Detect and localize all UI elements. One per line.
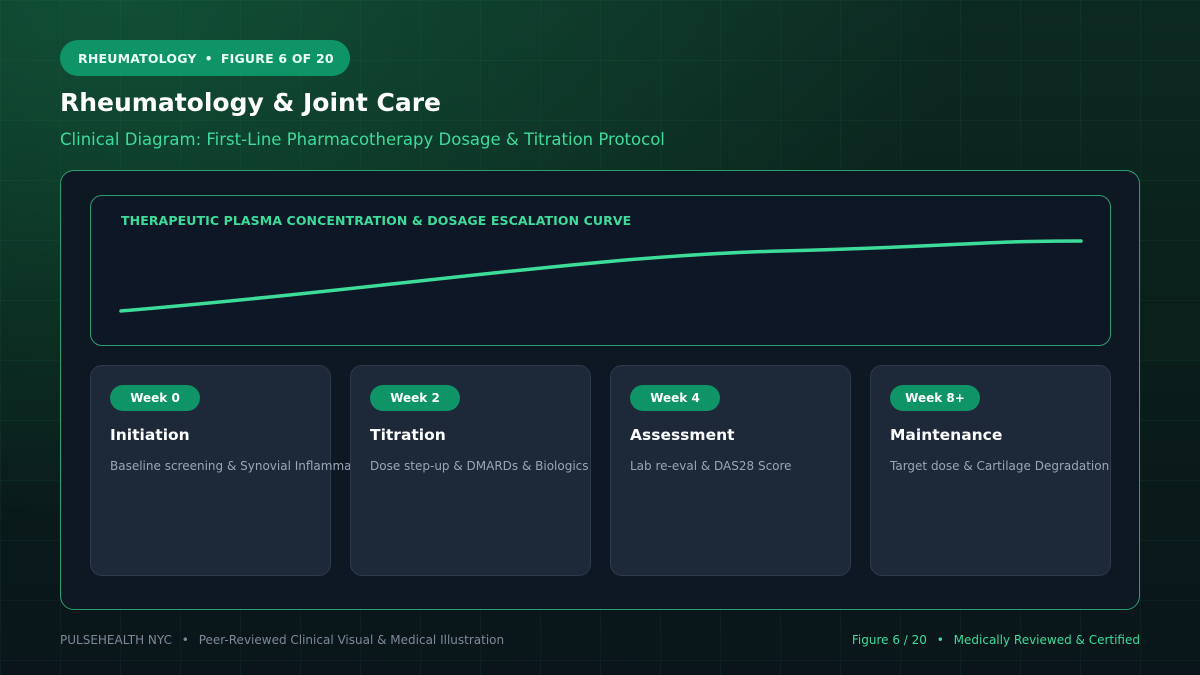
phase-card-titration[interactable]: Week 2 Titration Dose step-up & DMARDs &… bbox=[350, 365, 591, 576]
category-label: RHEUMATOLOGY bbox=[78, 50, 197, 66]
phase-title: Titration bbox=[370, 426, 446, 444]
page-title: Rheumatology & Joint Care bbox=[60, 88, 441, 117]
separator-dot: • bbox=[204, 50, 213, 66]
week-badge: Week 2 bbox=[370, 385, 460, 411]
footer-certification: Medically Reviewed & Certified bbox=[953, 633, 1140, 647]
phase-title: Assessment bbox=[630, 426, 735, 444]
separator-dot: • bbox=[936, 633, 944, 647]
week-badge: Week 4 bbox=[630, 385, 720, 411]
phase-title: Initiation bbox=[110, 426, 190, 444]
footer-brand: PULSEHEALTH NYC bbox=[60, 633, 172, 647]
phase-card-maintenance[interactable]: Week 8+ Maintenance Target dose & Cartil… bbox=[870, 365, 1111, 576]
week-badge: Week 0 bbox=[110, 385, 200, 411]
footer-tagline: Peer-Reviewed Clinical Visual & Medical … bbox=[198, 633, 505, 647]
footer-figure: Figure 6 / 20 bbox=[851, 633, 927, 647]
category-pill: RHEUMATOLOGY • FIGURE 6 OF 20 bbox=[60, 40, 350, 76]
footer-figure-info: Figure 6 / 20 • Medically Reviewed & Cer… bbox=[852, 633, 1140, 647]
phase-description: Dose step-up & DMARDs & Biologics bbox=[370, 459, 589, 473]
phase-card-assessment[interactable]: Week 4 Assessment Lab re-eval & DAS28 Sc… bbox=[610, 365, 851, 576]
phase-description: Lab re-eval & DAS28 Score bbox=[630, 459, 792, 473]
week-badge: Week 8+ bbox=[890, 385, 980, 411]
concentration-curve-chart bbox=[119, 239, 1083, 313]
phase-card-initiation[interactable]: Week 0 Initiation Baseline screening & S… bbox=[90, 365, 375, 576]
phase-description: Target dose & Cartilage Degradation bbox=[890, 459, 1110, 473]
diagram-panel: THERAPEUTIC PLASMA CONCENTRATION & DOSAG… bbox=[60, 170, 1140, 610]
page-subtitle: Clinical Diagram: First-Line Pharmacothe… bbox=[60, 130, 665, 149]
phase-title: Maintenance bbox=[890, 426, 1003, 444]
figure-label: FIGURE 6 OF 20 bbox=[220, 50, 334, 66]
footer-credits: PULSEHEALTH NYC • Peer-Reviewed Clinical… bbox=[60, 633, 504, 647]
concentration-curve-box: THERAPEUTIC PLASMA CONCENTRATION & DOSAG… bbox=[90, 195, 1111, 346]
phase-description: Baseline screening & Synovial Inflammati… bbox=[110, 459, 375, 473]
separator-dot: • bbox=[181, 633, 189, 647]
concentration-curve-line bbox=[119, 239, 1083, 313]
